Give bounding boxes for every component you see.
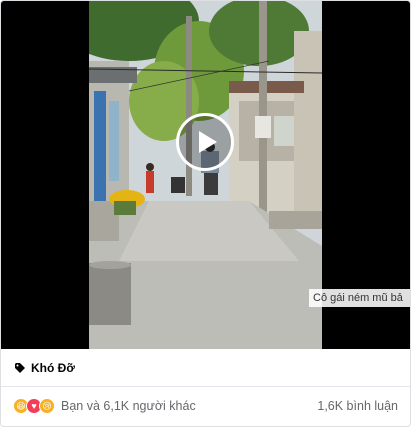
video-thumbnail [89,1,322,349]
sad-icon: 😢 [39,398,55,414]
play-icon [198,131,217,153]
comment-count[interactable]: 1,6K bình luận [317,399,398,413]
reaction-summary[interactable]: 😆 ♥ 😢 Bạn và 6,1K người khác [13,398,196,414]
reaction-summary-text: Bạn và 6,1K người khác [61,399,196,413]
reaction-icons: 😆 ♥ 😢 [13,398,55,414]
video-caption: Cô gái ném mũ bả [309,289,410,307]
tag-icon [15,362,25,373]
play-button[interactable] [176,113,234,171]
video-player[interactable]: Cô gái ném mũ bả [1,1,410,349]
post-card: Cô gái ném mũ bả Khó Đỡ 😆 ♥ 😢 Bạn và 6,1… [0,0,411,427]
page-name[interactable]: Khó Đỡ [31,361,75,375]
page-tag-row: Khó Đỡ [1,349,410,387]
reactions-row: 😆 ♥ 😢 Bạn và 6,1K người khác 1,6K bình l… [1,387,410,425]
